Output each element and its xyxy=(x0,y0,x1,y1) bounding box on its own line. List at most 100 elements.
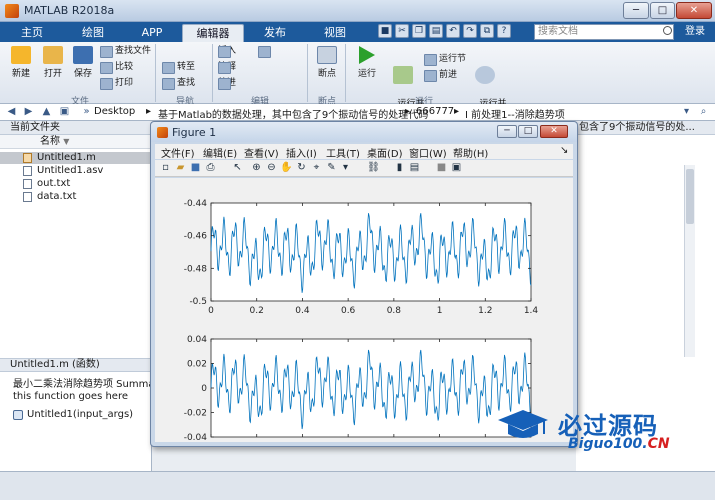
save-button[interactable]: 保存 xyxy=(68,46,98,79)
find-button[interactable]: 查找 xyxy=(162,76,195,90)
copy-icon[interactable]: ❐ xyxy=(412,24,426,38)
menu-desktop[interactable]: 桌面(D) xyxy=(367,145,403,160)
figure-toolbar: ▫ ▰ ■ ⎙ ↖ ⊕ ⊖ ✋ ↻ ⌖ ✎ ▾ ⛓ ▮ ▤ ■ ▣ xyxy=(155,160,573,177)
file-name: Untitled1.m xyxy=(37,152,96,163)
goto-button[interactable]: 转至 xyxy=(162,60,195,74)
search-folder-icon[interactable]: ⌕ xyxy=(697,106,710,118)
menu-window[interactable]: 窗口(W) xyxy=(409,145,447,160)
dock-figure-icon[interactable]: ↘ xyxy=(560,145,568,156)
window-title: MATLAB R2018a xyxy=(24,4,115,17)
data-cursor-icon[interactable]: ⌖ xyxy=(310,162,323,174)
show-plot-tools-icon[interactable]: ▣ xyxy=(450,162,463,174)
tab-plots[interactable]: 绘图 xyxy=(63,24,123,42)
x-tick-label: 0.6 xyxy=(341,306,356,316)
ribbon-separator xyxy=(307,44,308,102)
zoom-in-icon[interactable]: ⊕ xyxy=(250,162,263,174)
figure-close-button[interactable]: ✕ xyxy=(540,125,568,138)
breadcrumb-detrend-folder[interactable]: I 前处理1--消除趋势项 xyxy=(465,106,565,121)
login-button[interactable]: 登录 xyxy=(680,24,710,40)
menu-help[interactable]: 帮助(H) xyxy=(453,145,488,160)
name-column-header[interactable]: 名称 ▼ xyxy=(0,135,152,149)
y-tick-label: -0.02 xyxy=(184,409,207,419)
open-file-icon[interactable]: ▰ xyxy=(174,162,187,174)
tab-publish[interactable]: 发布 xyxy=(246,24,304,42)
figure-minimize-button[interactable]: ─ xyxy=(497,125,517,138)
menu-view[interactable]: 查看(V) xyxy=(244,145,279,160)
redo-icon[interactable]: ↷ xyxy=(463,24,477,38)
run-button[interactable]: 运行 xyxy=(352,46,382,79)
rotate-3d-icon[interactable]: ↻ xyxy=(295,162,308,174)
search-icon[interactable] xyxy=(663,26,672,35)
indent-button[interactable]: 缩进 xyxy=(218,76,236,90)
insert-legend-icon[interactable]: ▤ xyxy=(408,162,421,174)
figure-maximize-button[interactable]: □ xyxy=(518,125,538,138)
menu-insert[interactable]: 插入(I) xyxy=(286,145,317,160)
y-tick-label: -0.44 xyxy=(184,199,208,209)
minimize-button[interactable]: ─ xyxy=(623,2,649,19)
file-row[interactable]: out.txt xyxy=(0,178,152,190)
link-plot-icon[interactable]: ⛓ xyxy=(367,162,380,174)
breadcrumb-desktop[interactable]: Desktop xyxy=(94,106,135,117)
scrollbar-thumb[interactable] xyxy=(686,169,694,224)
details-panel-title: Untitled1.m (函数) xyxy=(0,358,152,372)
breakpoints-button[interactable]: 断点 xyxy=(312,46,342,79)
hide-plot-tools-icon[interactable]: ■ xyxy=(435,162,448,174)
editor-vertical-scrollbar[interactable] xyxy=(684,165,695,357)
menu-file[interactable]: 文件(F) xyxy=(161,145,195,160)
asv-file-icon xyxy=(23,166,32,176)
zoom-out-icon[interactable]: ⊖ xyxy=(265,162,278,174)
path-dropdown-icon[interactable]: ▾ xyxy=(680,106,693,118)
file-row[interactable]: data.txt xyxy=(0,191,152,203)
save-figure-icon[interactable]: ■ xyxy=(189,162,202,174)
breadcrumb-666777[interactable]: 666777 xyxy=(416,106,454,117)
brush-dropdown-icon[interactable]: ▾ xyxy=(339,162,352,174)
x-tick-label: 0.8 xyxy=(387,306,402,316)
close-button[interactable]: ✕ xyxy=(676,2,712,19)
breadcrumb-separator: ▸ xyxy=(146,106,152,117)
help-icon[interactable]: ? xyxy=(497,24,511,38)
browse-folder-icon[interactable]: ▣ xyxy=(58,106,71,118)
open-button[interactable]: 打开 xyxy=(38,46,68,79)
tab-editor[interactable]: 编辑器 xyxy=(182,24,244,42)
new-button[interactable]: 新建 xyxy=(6,46,36,79)
tab-apps[interactable]: APP xyxy=(124,24,180,42)
compare-button[interactable]: 比较 xyxy=(100,60,133,74)
search-documentation-input[interactable]: 搜索文档 xyxy=(534,24,674,40)
tab-home[interactable]: 主页 xyxy=(2,24,62,42)
print-figure-icon[interactable]: ⎙ xyxy=(204,162,217,174)
insert-button[interactable]: 插入 xyxy=(218,44,236,58)
comment-button[interactable]: 注释 xyxy=(218,60,236,74)
maximize-button[interactable]: □ xyxy=(650,2,675,19)
run-advance-icon xyxy=(393,66,413,84)
file-row[interactable]: Untitled1.asv xyxy=(0,165,152,177)
cut-icon[interactable]: ✂ xyxy=(395,24,409,38)
back-arrow-icon[interactable]: ◀ xyxy=(5,106,18,118)
pan-icon[interactable]: ✋ xyxy=(280,162,293,174)
watermark-url: Biguo100.CN xyxy=(568,436,670,452)
details-function[interactable]: Untitled1(input_args) xyxy=(13,409,133,421)
tab-view[interactable]: 视图 xyxy=(306,24,364,42)
figure-titlebar[interactable]: Figure 1 ─ □ ✕ xyxy=(151,122,577,142)
save-icon[interactable]: ■ xyxy=(378,24,392,38)
paste-icon[interactable]: ▤ xyxy=(429,24,443,38)
brush-icon[interactable]: ✎ xyxy=(325,162,338,174)
breadcrumb-project-folder[interactable]: 基于Matlab的数据处理，其中包含了9个振动信号的处理代码 xyxy=(158,106,428,121)
advance-button[interactable]: 前进 xyxy=(424,68,457,82)
up-folder-icon[interactable]: ▲ xyxy=(40,106,53,118)
insert-function-button[interactable]: fx xyxy=(258,44,271,58)
find-files-button[interactable]: 查找文件 xyxy=(100,44,151,58)
insert-colorbar-icon[interactable]: ▮ xyxy=(393,162,406,174)
y-tick-label: 0.04 xyxy=(187,335,207,345)
switch-windows-icon[interactable]: ⧉ xyxy=(480,24,494,38)
editor-file-tab[interactable]: 包含了9个振动信号的处... xyxy=(576,121,715,135)
y-tick-label: 0.02 xyxy=(187,360,207,370)
new-figure-icon[interactable]: ▫ xyxy=(159,162,172,174)
run-section-button[interactable]: 运行节 xyxy=(424,52,466,66)
menu-edit[interactable]: 编辑(E) xyxy=(203,145,237,160)
forward-arrow-icon[interactable]: ▶ xyxy=(22,106,35,118)
menu-tools[interactable]: 工具(T) xyxy=(326,145,360,160)
undo-icon[interactable]: ↶ xyxy=(446,24,460,38)
edit-plot-icon[interactable]: ↖ xyxy=(231,162,244,174)
print-button[interactable]: 打印 xyxy=(100,76,133,90)
file-row[interactable]: Untitled1.m xyxy=(0,152,152,164)
